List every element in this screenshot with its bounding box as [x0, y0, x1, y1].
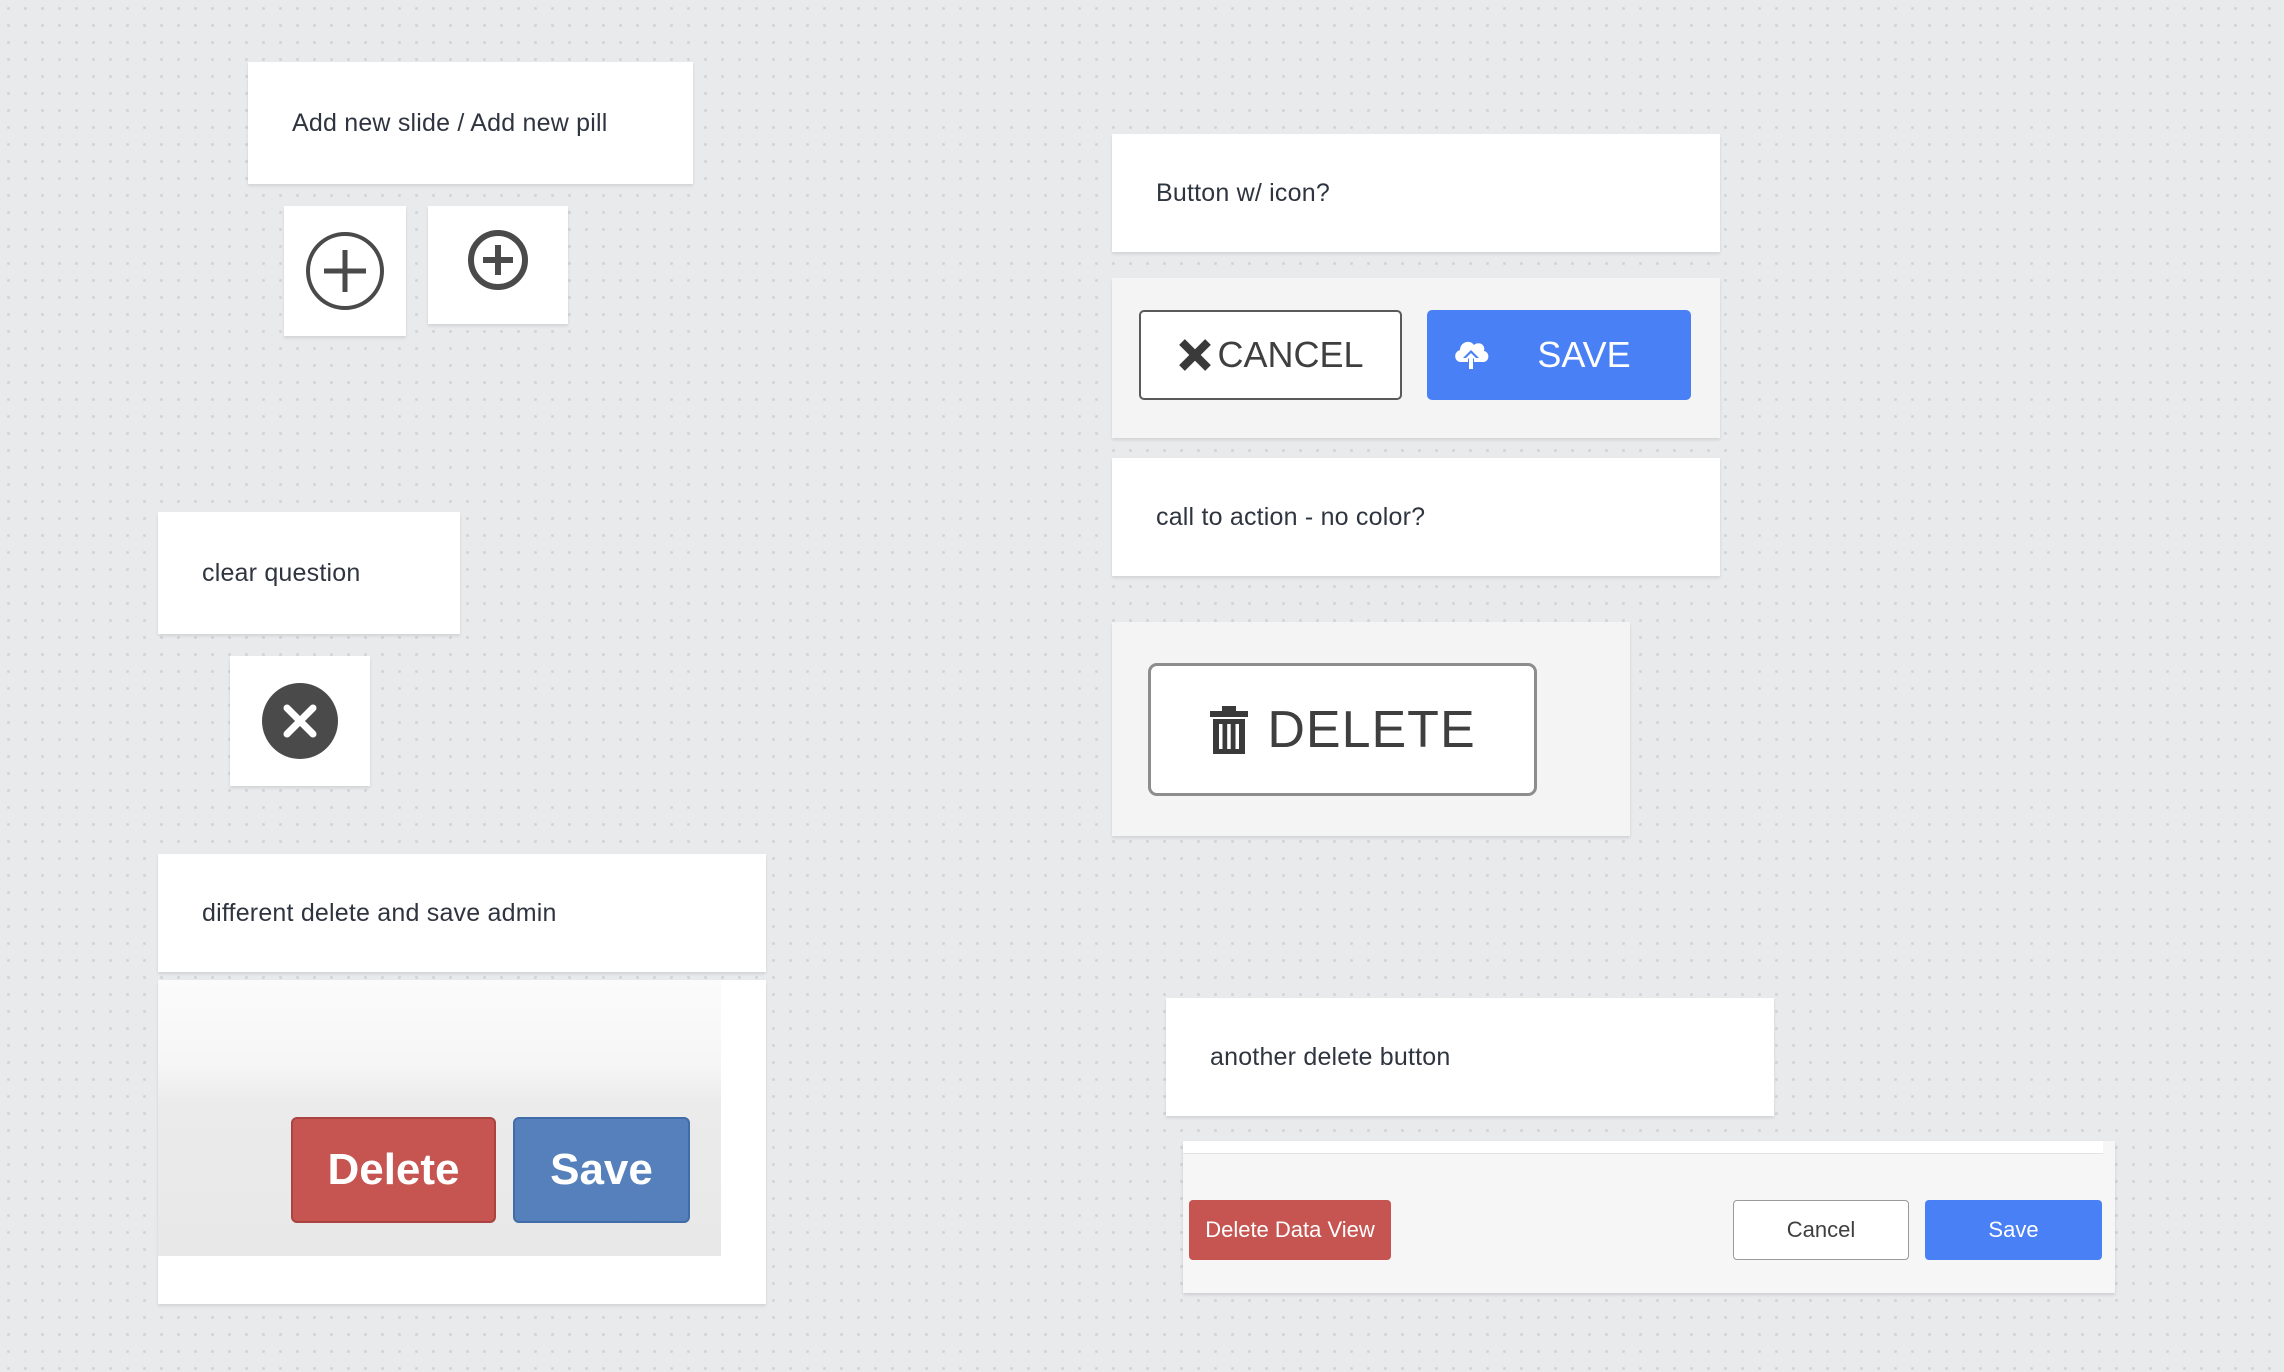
note-add-slide: Add new slide / Add new pill: [248, 62, 693, 184]
delete-label: DELETE: [1267, 700, 1476, 759]
note-add-slide-text: Add new slide / Add new pill: [292, 108, 608, 137]
note-clear-question: clear question: [158, 512, 460, 634]
plus-circle-icon: [468, 230, 528, 290]
note-button-with-icon: Button w/ icon?: [1112, 134, 1720, 252]
clear-question-button[interactable]: [230, 656, 370, 786]
admin-save-label: Save: [550, 1145, 653, 1194]
admin-save-button[interactable]: Save: [513, 1117, 690, 1223]
delete-data-view-button[interactable]: Delete Data View: [1189, 1200, 1391, 1260]
add-pill-button[interactable]: [428, 206, 568, 324]
note-another-delete: another delete button: [1166, 998, 1774, 1116]
delete-button[interactable]: DELETE: [1148, 663, 1537, 796]
x-mark-icon: [1179, 339, 1212, 371]
admin-delete-label: Delete: [327, 1145, 460, 1194]
cancel-button[interactable]: CANCEL: [1139, 310, 1402, 400]
note-clear-question-text: clear question: [202, 558, 361, 587]
close-circle-icon: [262, 683, 338, 759]
admin-delete-button[interactable]: Delete: [291, 1117, 496, 1223]
data-view-cancel-button[interactable]: Cancel: [1733, 1200, 1909, 1260]
note-call-to-action-text: call to action - no color?: [1156, 502, 1426, 531]
plus-circle-icon: [306, 232, 384, 310]
note-call-to-action: call to action - no color?: [1112, 458, 1720, 576]
delete-data-view-label: Delete Data View: [1205, 1217, 1375, 1242]
trash-icon: [1210, 705, 1249, 754]
save-button[interactable]: SAVE: [1427, 310, 1691, 400]
data-view-save-label: Save: [1988, 1217, 2039, 1242]
note-different-delete-save: different delete and save admin: [158, 854, 766, 972]
data-view-divider: [1183, 1141, 2103, 1154]
cancel-label: CANCEL: [1217, 334, 1364, 375]
add-slide-button[interactable]: [284, 206, 406, 336]
note-different-delete-save-text: different delete and save admin: [202, 898, 557, 927]
save-label: SAVE: [1537, 334, 1631, 375]
note-button-with-icon-text: Button w/ icon?: [1156, 178, 1330, 207]
data-view-cancel-label: Cancel: [1786, 1217, 1856, 1242]
data-view-save-button[interactable]: Save: [1925, 1200, 2102, 1260]
note-another-delete-text: another delete button: [1210, 1042, 1451, 1071]
